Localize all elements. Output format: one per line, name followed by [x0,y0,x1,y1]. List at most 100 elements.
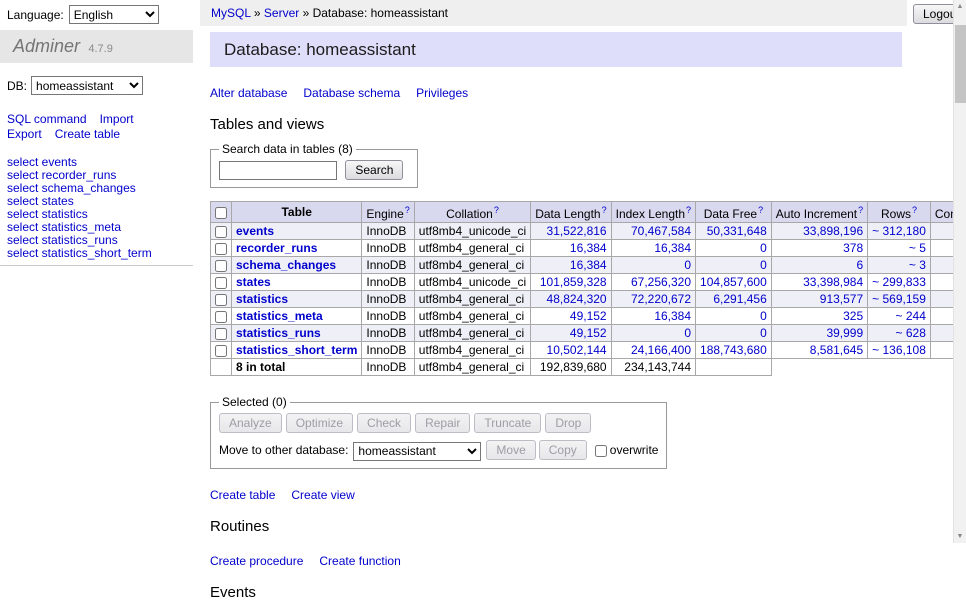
row-checkbox-recorder_runs[interactable] [215,243,227,255]
create-view-link[interactable]: Create view [291,488,354,502]
value-link-rows[interactable]: ~ 628 [896,326,926,340]
optimize-button[interactable]: Optimize [286,413,353,433]
value-link-rows[interactable]: ~ 5 [909,241,926,255]
value-link-index_length[interactable]: 16,384 [654,241,691,255]
column-help-icon[interactable]: ? [858,205,863,215]
select-all-checkbox[interactable] [215,207,227,219]
truncate-button[interactable]: Truncate [474,413,541,433]
create-function-link[interactable]: Create function [319,554,400,568]
sidebar-link-create-table[interactable]: Create table [55,127,120,141]
value-link-rows[interactable]: ~ 136,108 [872,343,926,357]
value-link-data_length[interactable]: 49,152 [570,326,607,340]
value-link-index_length[interactable]: 72,220,672 [631,292,691,306]
value-link-index_length[interactable]: 0 [684,258,691,272]
overwrite-checkbox[interactable] [595,445,607,457]
database-schema-link[interactable]: Database schema [303,86,400,100]
table-link-recorder_runs[interactable]: recorder_runs [236,241,317,255]
move-button[interactable]: Move [486,440,535,460]
breadcrumb-link-mysql[interactable]: MySQL [211,6,251,20]
row-checkbox-states[interactable] [215,277,227,289]
column-help-icon[interactable]: ? [686,205,691,215]
value-link-data_free[interactable]: 0 [760,309,767,323]
repair-button[interactable]: Repair [415,413,470,433]
create-table-link[interactable]: Create table [210,488,275,502]
value-link-data_free[interactable]: 0 [760,326,767,340]
sidebar-link-export[interactable]: Export [7,127,42,141]
value-link-data_free[interactable]: 6,291,456 [713,292,766,306]
value-link-data_length[interactable]: 10,502,144 [547,343,607,357]
table-link-statistics_meta[interactable]: statistics_meta [236,309,323,323]
value-link-data_length[interactable]: 16,384 [570,258,607,272]
value-link-rows[interactable]: ~ 299,833 [872,275,926,289]
column-help-icon[interactable]: ? [912,205,917,215]
move-db-select[interactable]: homeassistant [353,442,481,461]
language-select[interactable]: English [69,5,159,24]
value-link-auto_increment[interactable]: 33,398,984 [803,275,863,289]
privileges-link[interactable]: Privileges [416,86,468,100]
value-link-index_length[interactable]: 0 [684,326,691,340]
value-link-index_length[interactable]: 24,166,400 [631,343,691,357]
column-help-icon[interactable]: ? [758,205,763,215]
value-link-rows[interactable]: ~ 312,180 [872,224,926,238]
row-checkbox-events[interactable] [215,226,227,238]
command-links-line: SQL command Import [7,112,193,127]
value-link-auto_increment[interactable]: 33,898,196 [803,224,863,238]
value-link-index_length[interactable]: 70,467,584 [631,224,691,238]
value-link-data_length[interactable]: 16,384 [570,241,607,255]
table-link-events[interactable]: events [236,224,274,238]
value-link-data_free[interactable]: 0 [760,258,767,272]
value-link-auto_increment[interactable]: 6 [856,258,863,272]
value-link-auto_increment[interactable]: 378 [843,241,863,255]
analyze-button[interactable]: Analyze [219,413,282,433]
value-link-rows[interactable]: ~ 244 [896,309,926,323]
value-link-index_length[interactable]: 67,256,320 [631,275,691,289]
scrollbar-thumb[interactable] [955,25,966,103]
value-link-index_length[interactable]: 16,384 [654,309,691,323]
value-link-auto_increment[interactable]: 39,999 [826,326,863,340]
alter-database-link[interactable]: Alter database [210,86,287,100]
value-link-auto_increment[interactable]: 8,581,645 [810,343,863,357]
value-link-data_free[interactable]: 50,331,648 [707,224,767,238]
table-link-schema_changes[interactable]: schema_changes [236,258,336,272]
value-link-data_free[interactable]: 104,857,600 [700,275,767,289]
value-link-auto_increment[interactable]: 325 [843,309,863,323]
value-link-data_free[interactable]: 188,743,680 [700,343,767,357]
cell-engine: InnoDB [362,257,414,274]
row-checkbox-statistics_meta[interactable] [215,311,227,323]
column-help-icon[interactable]: ? [405,205,410,215]
db-select[interactable]: homeassistant [31,76,143,95]
value-link-data_length[interactable]: 48,824,320 [547,292,607,306]
scrollbar-down-arrow-icon[interactable]: ▼ [954,530,966,543]
row-checkbox-statistics_runs[interactable] [215,328,227,340]
sidebar-link-import[interactable]: Import [100,112,134,126]
column-help-icon[interactable]: ? [494,205,499,215]
copy-button[interactable]: Copy [539,440,587,460]
drop-button[interactable]: Drop [545,413,591,433]
value-link-rows[interactable]: ~ 3 [909,258,926,272]
value-link-data_length[interactable]: 31,522,816 [547,224,607,238]
table-link-statistics_short_term[interactable]: statistics_short_term [236,343,357,357]
sidebar-select-statistics-short-term[interactable]: select statistics_short_term [7,247,193,260]
search-button[interactable]: Search [345,160,403,180]
value-link-rows[interactable]: ~ 569,159 [872,292,926,306]
search-input[interactable] [219,161,337,180]
scrollbar[interactable]: ▲ ▼ [953,0,966,543]
row-checkbox-schema_changes[interactable] [215,260,227,272]
create-procedure-link[interactable]: Create procedure [210,554,303,568]
check-button[interactable]: Check [357,413,411,433]
value-link-data_length[interactable]: 49,152 [570,309,607,323]
value-link-data_free[interactable]: 0 [760,241,767,255]
breadcrumb-link-server[interactable]: Server [264,6,299,20]
column-help-icon[interactable]: ? [602,205,607,215]
table-link-statistics_runs[interactable]: statistics_runs [236,326,321,340]
value-link-auto_increment[interactable]: 913,577 [820,292,863,306]
adminer-logo[interactable]: Adminer [13,36,80,56]
row-checkbox-statistics_short_term[interactable] [215,345,227,357]
table-link-statistics[interactable]: statistics [236,292,288,306]
sidebar-link-sql-command[interactable]: SQL command [7,112,87,126]
scrollbar-up-arrow-icon[interactable]: ▲ [954,0,966,13]
row-checkbox-statistics[interactable] [215,294,227,306]
value-link-data_length[interactable]: 101,859,328 [540,275,607,289]
table-link-states[interactable]: states [236,275,271,289]
cell-text-engine: InnoDB [366,241,406,255]
